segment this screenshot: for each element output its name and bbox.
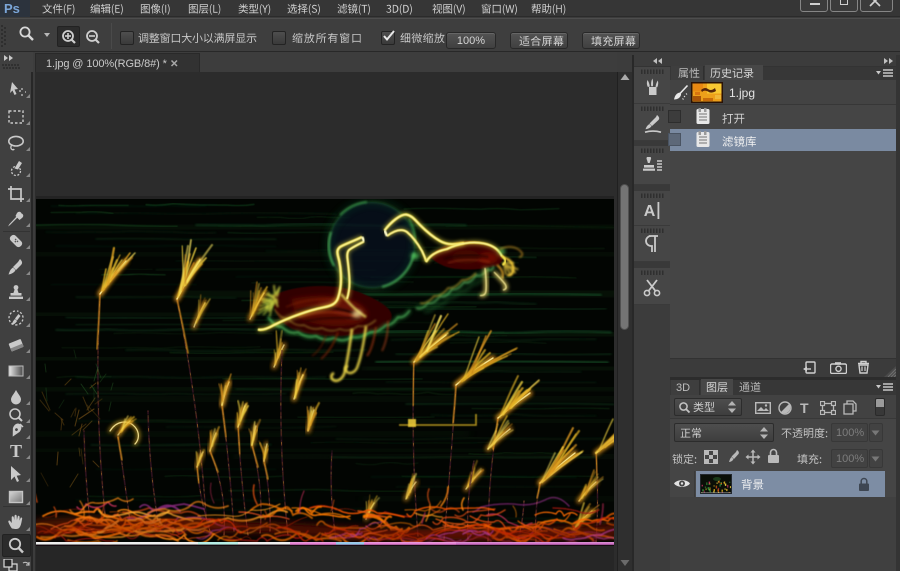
svg-text:T: T (10, 441, 22, 461)
svg-text:A: A (644, 203, 656, 220)
